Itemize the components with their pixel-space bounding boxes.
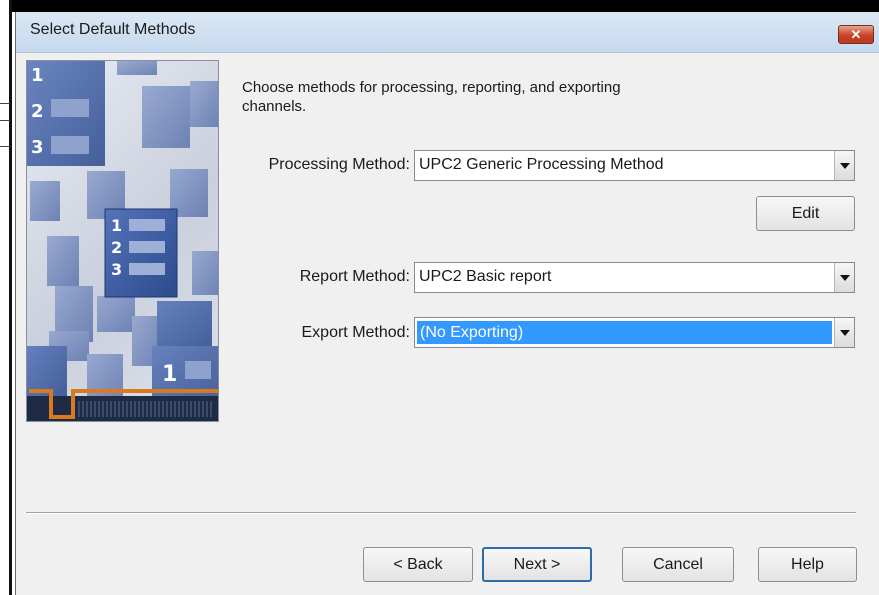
close-icon: ✕ [850, 26, 862, 42]
stacked-documents-graphic: 1 2 3 1 2 3 1 [27, 61, 218, 421]
illustration-number: 3 [31, 137, 44, 158]
close-button[interactable]: ✕ [838, 25, 874, 44]
export-method-label: Export Method: [301, 324, 411, 341]
wizard-illustration: 1 2 3 1 2 3 1 [26, 60, 219, 422]
background-divider [0, 103, 10, 104]
dialog-title: Select Default Methods [30, 21, 196, 38]
dropdown-arrow[interactable] [834, 318, 854, 347]
report-method-label: Report Method: [299, 268, 410, 285]
illustration-number: 1 [111, 216, 122, 235]
export-method-select[interactable]: (No Exporting) [414, 317, 855, 348]
next-button[interactable]: Next > [482, 547, 592, 582]
background-divider [0, 120, 10, 121]
dropdown-arrow[interactable] [834, 263, 854, 292]
screenshot-left-border [0, 0, 12, 595]
illustration-number: 2 [31, 101, 44, 122]
background-divider [0, 146, 10, 147]
cancel-button[interactable]: Cancel [622, 547, 734, 582]
report-method-select[interactable]: UPC2 Basic report [414, 262, 855, 293]
processing-method-value: UPC2 Generic Processing Method [419, 156, 664, 173]
footer-separator [26, 512, 856, 514]
dropdown-arrow[interactable] [834, 151, 854, 180]
chevron-down-icon [839, 162, 850, 169]
screenshot-top-border [0, 0, 879, 12]
chevron-down-icon [839, 274, 850, 281]
instruction-text: Choose methods for processing, reporting… [242, 79, 621, 115]
back-button[interactable]: < Back [363, 547, 473, 582]
edit-button[interactable]: Edit [756, 196, 855, 231]
illustration-number: 1 [31, 65, 44, 86]
title-bar: Select Default Methods ✕ [16, 12, 879, 53]
export-method-value: (No Exporting) [417, 321, 832, 344]
chevron-down-icon [839, 329, 850, 336]
processing-method-select[interactable]: UPC2 Generic Processing Method [414, 150, 855, 181]
help-button[interactable]: Help [758, 547, 857, 582]
illustration-number: 1 [162, 362, 177, 387]
report-method-value: UPC2 Basic report [419, 268, 552, 285]
processing-method-label: Processing Method: [268, 156, 410, 173]
illustration-number: 3 [111, 260, 122, 279]
illustration-number: 2 [111, 238, 122, 257]
